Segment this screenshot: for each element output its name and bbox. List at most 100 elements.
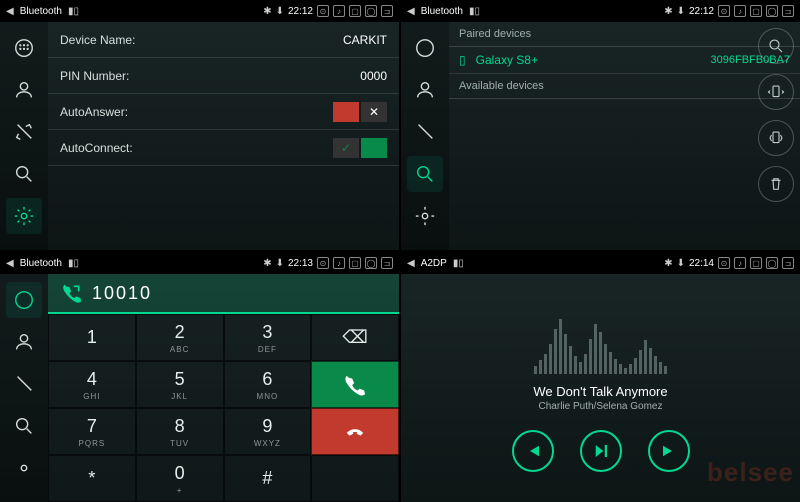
sidebar-dial[interactable] bbox=[6, 282, 42, 318]
sidebar-history[interactable] bbox=[6, 114, 42, 150]
usb-icon: ▮▯ bbox=[68, 6, 79, 17]
toggle-on-indicator bbox=[361, 138, 387, 158]
autoanswer-toggle[interactable]: ✕ bbox=[333, 102, 387, 122]
autoconnect-toggle[interactable]: ✓ bbox=[333, 138, 387, 158]
home-icon[interactable]: ◯ bbox=[365, 257, 377, 269]
camera-icon[interactable]: ⊙ bbox=[718, 257, 730, 269]
key-*[interactable]: * bbox=[48, 455, 136, 502]
home-icon[interactable]: ◯ bbox=[365, 5, 377, 17]
bt-icon: ✱ bbox=[664, 6, 672, 17]
volume-icon[interactable]: ♪ bbox=[734, 257, 746, 269]
sidebar-search[interactable] bbox=[6, 408, 42, 444]
download-icon: ⬇ bbox=[677, 6, 685, 17]
pane-settings: ◀ Bluetooth ▮▯ ✱ ⬇ 22:12 ⊙ ♪ ▢ ◯ ⊐ Devic… bbox=[0, 0, 399, 250]
visualizer bbox=[461, 314, 740, 374]
paired-header: Paired devices bbox=[449, 22, 800, 47]
window-icon[interactable]: ▢ bbox=[750, 5, 762, 17]
pin-label: PIN Number: bbox=[60, 69, 360, 83]
sidebar-contacts[interactable] bbox=[6, 72, 42, 108]
play-pause-button[interactable] bbox=[580, 430, 622, 472]
music-content: We Don't Talk Anymore Charlie Puth/Selen… bbox=[401, 274, 800, 502]
bt-icon: ✱ bbox=[664, 258, 672, 269]
recents-icon[interactable]: ⊐ bbox=[381, 257, 393, 269]
key-1[interactable]: 1 bbox=[48, 314, 136, 361]
back-icon[interactable]: ◀ bbox=[6, 6, 14, 17]
window-icon[interactable]: ▢ bbox=[349, 5, 361, 17]
sidebar-dial[interactable] bbox=[6, 30, 42, 66]
download-icon: ⬇ bbox=[677, 258, 685, 269]
key-5[interactable]: 5JKL bbox=[136, 361, 224, 408]
toggle-check-icon: ✓ bbox=[333, 138, 359, 158]
dialer-content: 10010 12ABC3DEF⌫ 4GHI5JKL6MNO 7PQRS8TUV9WX… bbox=[48, 274, 399, 502]
dialed-number: 10010 bbox=[92, 283, 152, 304]
volume-icon[interactable]: ♪ bbox=[734, 5, 746, 17]
clock: 22:14 bbox=[689, 258, 714, 269]
key-9[interactable]: 9WXYZ bbox=[224, 408, 312, 455]
recents-icon[interactable]: ⊐ bbox=[782, 5, 794, 17]
home-icon[interactable]: ◯ bbox=[766, 257, 778, 269]
sidebar-settings[interactable] bbox=[407, 198, 443, 234]
dial-display: 10010 bbox=[48, 274, 399, 314]
sidebar-dial[interactable] bbox=[407, 30, 443, 66]
key-back[interactable]: ⌫ bbox=[311, 314, 399, 361]
row-device-name[interactable]: Device Name: CARKIT bbox=[48, 22, 399, 58]
usb-icon: ▮▯ bbox=[453, 258, 464, 269]
back-icon[interactable]: ◀ bbox=[407, 6, 415, 17]
home-icon[interactable]: ◯ bbox=[766, 5, 778, 17]
disconnect-button[interactable] bbox=[758, 74, 794, 110]
volume-icon[interactable]: ♪ bbox=[333, 5, 345, 17]
connect-button[interactable] bbox=[758, 120, 794, 156]
device-name-label: Device Name: bbox=[60, 33, 343, 47]
key-0[interactable]: 0+ bbox=[136, 455, 224, 502]
key-7[interactable]: 7PQRS bbox=[48, 408, 136, 455]
sidebar-search[interactable] bbox=[6, 156, 42, 192]
key-empty bbox=[311, 455, 399, 502]
app-title: Bluetooth bbox=[20, 6, 62, 17]
pane-dialer: ◀ Bluetooth ▮▯ ✱ ⬇ 22:13 ⊙ ♪ ▢ ◯ ⊐ 10010 bbox=[0, 252, 399, 502]
key-4[interactable]: 4GHI bbox=[48, 361, 136, 408]
key-call[interactable] bbox=[311, 361, 399, 408]
delete-button[interactable] bbox=[758, 166, 794, 202]
download-icon: ⬇ bbox=[276, 258, 284, 269]
camera-icon[interactable]: ⊙ bbox=[317, 5, 329, 17]
clock: 22:12 bbox=[689, 6, 714, 17]
sidebar-settings[interactable] bbox=[6, 450, 42, 486]
volume-icon[interactable]: ♪ bbox=[333, 257, 345, 269]
key-#[interactable]: # bbox=[224, 455, 312, 502]
prev-button[interactable] bbox=[512, 430, 554, 472]
key-hang[interactable] bbox=[311, 408, 399, 455]
recents-icon[interactable]: ⊐ bbox=[782, 257, 794, 269]
camera-icon[interactable]: ⊙ bbox=[718, 5, 730, 17]
window-icon[interactable]: ▢ bbox=[349, 257, 361, 269]
watermark: belsee bbox=[707, 457, 794, 488]
row-autoanswer[interactable]: AutoAnswer: ✕ bbox=[48, 94, 399, 130]
back-icon[interactable]: ◀ bbox=[407, 258, 415, 269]
window-icon[interactable]: ▢ bbox=[750, 257, 762, 269]
back-icon[interactable]: ◀ bbox=[6, 258, 14, 269]
row-pin[interactable]: PIN Number: 0000 bbox=[48, 58, 399, 94]
key-6[interactable]: 6MNO bbox=[224, 361, 312, 408]
next-button[interactable] bbox=[648, 430, 690, 472]
row-autoconnect[interactable]: AutoConnect: ✓ bbox=[48, 130, 399, 166]
sidebar bbox=[0, 274, 48, 502]
sidebar-contacts[interactable] bbox=[407, 72, 443, 108]
song-artist: Charlie Puth/Selena Gomez bbox=[539, 401, 663, 412]
status-bar: ◀ Bluetooth ▮▯ ✱ ⬇ 22:12 ⊙ ♪ ▢ ◯ ⊐ bbox=[401, 0, 800, 22]
sidebar-settings[interactable] bbox=[6, 198, 42, 234]
sidebar-search[interactable] bbox=[407, 156, 443, 192]
sidebar-history[interactable] bbox=[6, 366, 42, 402]
app-title: A2DP bbox=[421, 258, 447, 269]
bt-icon: ✱ bbox=[263, 258, 271, 269]
key-2[interactable]: 2ABC bbox=[136, 314, 224, 361]
key-3[interactable]: 3DEF bbox=[224, 314, 312, 361]
sidebar-contacts[interactable] bbox=[6, 324, 42, 360]
key-8[interactable]: 8TUV bbox=[136, 408, 224, 455]
recents-icon[interactable]: ⊐ bbox=[381, 5, 393, 17]
phone-icon: ▯ bbox=[459, 53, 466, 67]
toggle-off-indicator bbox=[333, 102, 359, 122]
device-name-value: CARKIT bbox=[343, 33, 387, 47]
refresh-button[interactable] bbox=[758, 28, 794, 64]
device-row[interactable]: ▯ Galaxy S8+ 3096FBFB0BA7 bbox=[449, 47, 800, 74]
camera-icon[interactable]: ⊙ bbox=[317, 257, 329, 269]
sidebar-history[interactable] bbox=[407, 114, 443, 150]
